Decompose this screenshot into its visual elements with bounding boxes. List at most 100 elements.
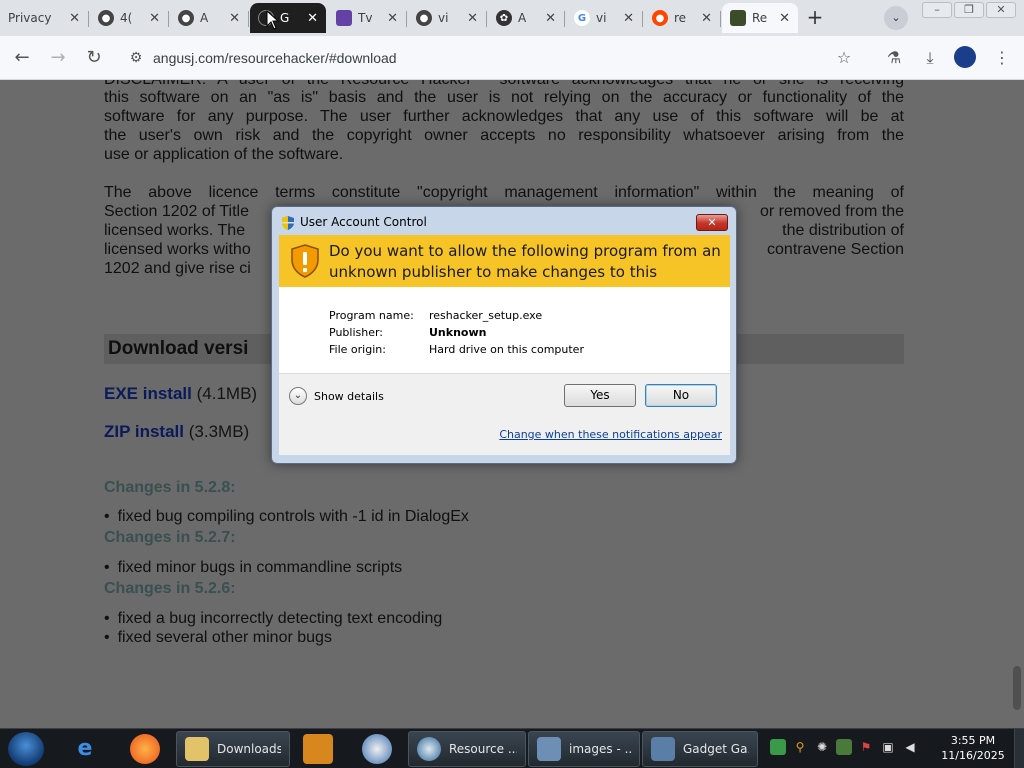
zip-size: (3.3MB): [188, 422, 250, 441]
menu-kebab-icon[interactable]: ⋮: [990, 46, 1014, 70]
tab-6[interactable]: ● vi ✕: [408, 3, 487, 33]
licence-line: the distribution of: [782, 222, 904, 239]
close-tab-icon[interactable]: ✕: [229, 11, 240, 26]
close-tab-icon[interactable]: ✕: [623, 11, 634, 26]
changes-heading: Changes in 5.2.7:: [104, 529, 236, 546]
network-icon[interactable]: ▣: [880, 739, 896, 755]
restore-button[interactable]: ❐: [954, 2, 984, 18]
taskbar-item-gadget[interactable]: Gadget Ga...: [642, 731, 758, 767]
page-scrollbar-thumb[interactable]: [1013, 666, 1021, 710]
tab-9[interactable]: ● re ✕: [644, 3, 721, 33]
url-text[interactable]: angusj.com/resourcehacker/#download: [153, 50, 397, 66]
tab-5[interactable]: Tv ✕: [328, 3, 407, 33]
close-tab-icon[interactable]: ✕: [69, 11, 80, 26]
tab-4[interactable]: G ✕: [250, 3, 326, 33]
publisher-value: Unknown: [429, 326, 487, 339]
no-button[interactable]: No: [645, 384, 717, 407]
search-icon[interactable]: ⚲: [792, 739, 808, 755]
exe-install-row: EXE install (4.1MB): [104, 384, 257, 404]
licence-line: use or application of the software.: [104, 146, 344, 163]
labs-flask-icon[interactable]: ⚗: [882, 46, 906, 70]
chrome-icon[interactable]: [362, 734, 392, 764]
close-tab-icon[interactable]: ✕: [545, 11, 556, 26]
close-tab-icon[interactable]: ✕: [467, 11, 478, 26]
volume-icon[interactable]: ◀: [902, 739, 918, 755]
tab-privacy[interactable]: Privacy ✕: [0, 3, 89, 33]
expand-chevron-icon[interactable]: ⌄: [289, 387, 307, 405]
zip-install-link[interactable]: ZIP install: [104, 422, 184, 441]
tab-title: A: [200, 11, 209, 25]
taskbar-item-label: Resource ...: [449, 742, 517, 756]
reddit-icon: ●: [652, 10, 668, 26]
minimize-button[interactable]: –: [922, 2, 952, 18]
tab-resource-hacker[interactable]: Re ✕: [722, 3, 798, 33]
uac-close-button[interactable]: ✕: [696, 214, 728, 231]
tab-8[interactable]: G vi ✕: [566, 3, 643, 33]
taskbar-item-label: images - ...: [569, 742, 631, 756]
resource-hacker-icon: [417, 737, 441, 761]
close-tab-icon[interactable]: ✕: [701, 11, 712, 26]
taskbar-item-resource-hacker[interactable]: Resource ...: [408, 731, 526, 767]
twitch-icon: [336, 10, 352, 26]
globe-icon: ●: [416, 10, 432, 26]
globe-icon: ●: [98, 10, 114, 26]
change-item: fixed bug compiling controls with -1 id …: [104, 508, 469, 526]
address-bar[interactable]: ⚙ angusj.com/resourcehacker/#download: [118, 42, 870, 74]
exe-install-link[interactable]: EXE install: [104, 384, 192, 403]
uac-shield-icon: [282, 216, 294, 230]
download-title: Download versi: [108, 338, 249, 359]
reload-icon[interactable]: ↻: [82, 46, 106, 70]
licence-line: licensed works witho: [104, 241, 251, 258]
uac-dialog: User Account Control ✕ Do you want to al…: [271, 206, 737, 464]
tab-7[interactable]: ✿ A ✕: [488, 3, 565, 33]
clock-time: 3:55 PM: [950, 734, 996, 747]
change-notifications-link[interactable]: Change when these notifications appear: [499, 428, 722, 441]
close-tab-icon[interactable]: ✕: [779, 11, 790, 26]
licence-line: contravene Section: [767, 241, 904, 258]
tray-app-icon[interactable]: [836, 739, 852, 755]
tab-strip: Privacy ✕ ● 4( ✕ ● A ✕ G ✕ Tv ✕ ● vi ✕ ✿…: [0, 0, 1024, 36]
resource-hacker-icon: [730, 10, 746, 26]
firefox-icon[interactable]: [130, 734, 160, 764]
folder-icon: [185, 737, 209, 761]
mouse-cursor-icon: [266, 10, 280, 30]
change-item: fixed several other minor bugs: [104, 629, 332, 647]
browser-toolbar: ← → ↻ ⚙ angusj.com/resourcehacker/#downl…: [0, 36, 1024, 80]
licence-line: Section 1202 of Title: [104, 203, 249, 220]
site-info-icon[interactable]: ⚙: [126, 48, 146, 68]
media-player-icon[interactable]: [303, 734, 333, 764]
tab-2[interactable]: ● 4( ✕: [90, 3, 169, 33]
flag-icon[interactable]: ⚑: [858, 739, 874, 755]
yes-button[interactable]: Yes: [564, 384, 636, 407]
back-arrow-icon[interactable]: ←: [10, 46, 34, 70]
download-icon[interactable]: ⤓: [918, 46, 942, 70]
system-clock[interactable]: 3:55 PM 11/16/2025: [938, 733, 1008, 763]
tab-title: G: [280, 11, 290, 25]
taskbar-item-label: Downloads: [217, 742, 281, 756]
forward-arrow-icon[interactable]: →: [46, 46, 70, 70]
taskbar-item-images[interactable]: images - ...: [528, 731, 640, 767]
uac-link-area: Change when these notifications appear: [279, 415, 730, 455]
profile-avatar[interactable]: [954, 46, 976, 68]
licence-line: software for any purpose. The user furth…: [104, 108, 904, 125]
bookmark-star-icon[interactable]: ☆: [832, 46, 856, 70]
openai-icon: ✿: [496, 10, 512, 26]
licence-line: licensed works. The: [104, 222, 246, 239]
tray-app-icon[interactable]: [770, 739, 786, 755]
show-desktop-button[interactable]: [1014, 729, 1024, 768]
new-tab-button[interactable]: +: [802, 6, 828, 30]
start-button[interactable]: [8, 732, 44, 766]
tab-search-chevron-icon[interactable]: ⌄: [884, 6, 908, 30]
internet-explorer-icon[interactable]: e: [70, 734, 100, 764]
close-tab-icon[interactable]: ✕: [387, 11, 398, 26]
tab-3[interactable]: ● A ✕: [170, 3, 249, 33]
settings-gear-icon[interactable]: ✺: [814, 739, 830, 755]
taskbar-item-downloads[interactable]: Downloads: [176, 731, 290, 767]
close-window-button[interactable]: ✕: [986, 2, 1016, 18]
close-tab-icon[interactable]: ✕: [149, 11, 160, 26]
close-tab-icon[interactable]: ✕: [307, 11, 318, 26]
show-details-toggle[interactable]: Show details: [314, 390, 384, 403]
uac-button-row: ⌄ Show details Yes No: [279, 373, 730, 415]
program-name-label: Program name:: [329, 309, 414, 322]
taskbar-item-label: Gadget Ga...: [683, 742, 749, 756]
